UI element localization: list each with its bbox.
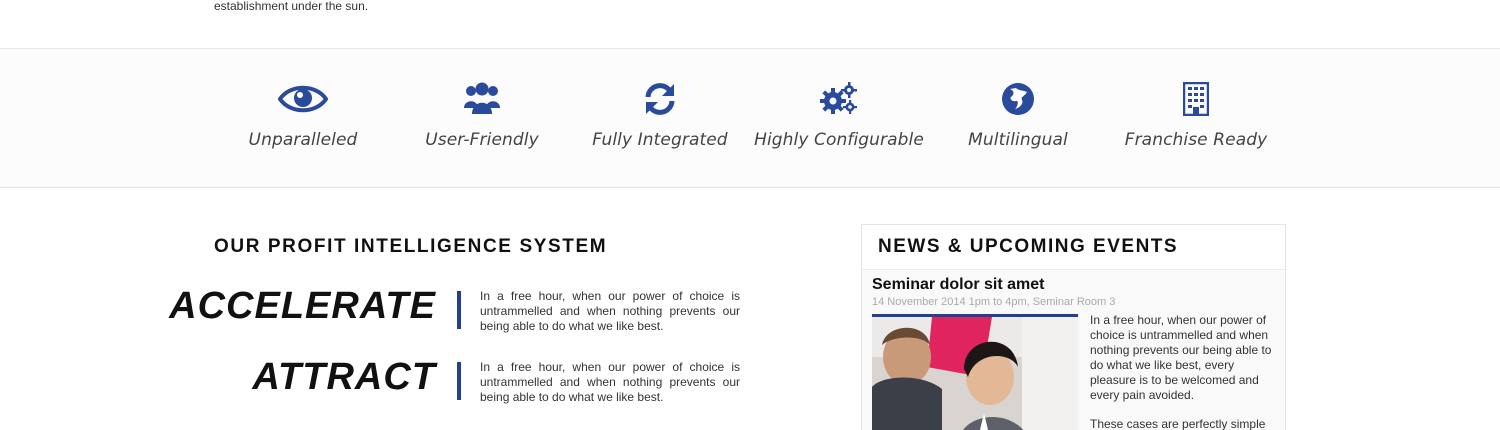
news-title: NEWS & UPCOMING EVENTS: [862, 225, 1285, 270]
news-item: Seminar dolor sit amet 14 November 2014 …: [862, 271, 1285, 430]
globe-icon: [928, 79, 1108, 119]
accent-bar: [457, 362, 461, 400]
profit-system-title: OUR PROFIT INTELLIGENCE SYSTEM: [214, 236, 608, 257]
users-icon: [392, 79, 572, 119]
pis-text: In a free hour, when our power of choice…: [480, 360, 740, 404]
event-description-more: These cases are perfectly simple: [1090, 417, 1266, 430]
accent-bar: [457, 291, 461, 329]
feature-label: Fully Integrated: [592, 130, 728, 150]
feature-multilingual: Multilingual: [928, 79, 1108, 150]
feature-highly-configurable: Highly Configurable: [749, 79, 929, 150]
pis-item-attract: ATTRACT In a free hour, when our power o…: [214, 357, 754, 407]
eye-icon: [213, 79, 393, 119]
event-description: In a free hour, when our power of choice…: [1090, 313, 1272, 402]
refresh-icon: [570, 79, 750, 119]
feature-user-friendly: User-Friendly: [392, 79, 572, 150]
event-title-link[interactable]: Seminar dolor sit amet: [872, 276, 1045, 294]
intro-text: establishment under the sun.: [214, 0, 369, 13]
pis-item-accelerate: ACCELERATE In a free hour, when our powe…: [169, 286, 754, 336]
features-strip: Unparalleled User-Friendly Fully Integra: [0, 49, 1500, 188]
feature-unparalleled: Unparalleled: [213, 79, 393, 150]
building-icon: [1106, 79, 1286, 119]
feature-label: Franchise Ready: [1124, 130, 1268, 150]
feature-label: Highly Configurable: [754, 130, 924, 150]
feature-label: Unparalleled: [248, 130, 358, 150]
pis-word: ATTRACT: [252, 356, 436, 398]
event-photo[interactable]: [872, 314, 1078, 430]
feature-label: User-Friendly: [425, 130, 539, 150]
feature-fully-integrated: Fully Integrated: [570, 79, 750, 150]
gears-icon: [749, 79, 929, 119]
news-panel: NEWS & UPCOMING EVENTS Seminar dolor sit…: [861, 224, 1286, 430]
pis-word: ACCELERATE: [169, 285, 436, 327]
event-meta: 14 November 2014 1pm to 4pm, Seminar Roo…: [872, 296, 1116, 308]
feature-franchise-ready: Franchise Ready: [1106, 79, 1286, 150]
pis-text: In a free hour, when our power of choice…: [480, 289, 740, 333]
feature-label: Multilingual: [968, 130, 1068, 150]
